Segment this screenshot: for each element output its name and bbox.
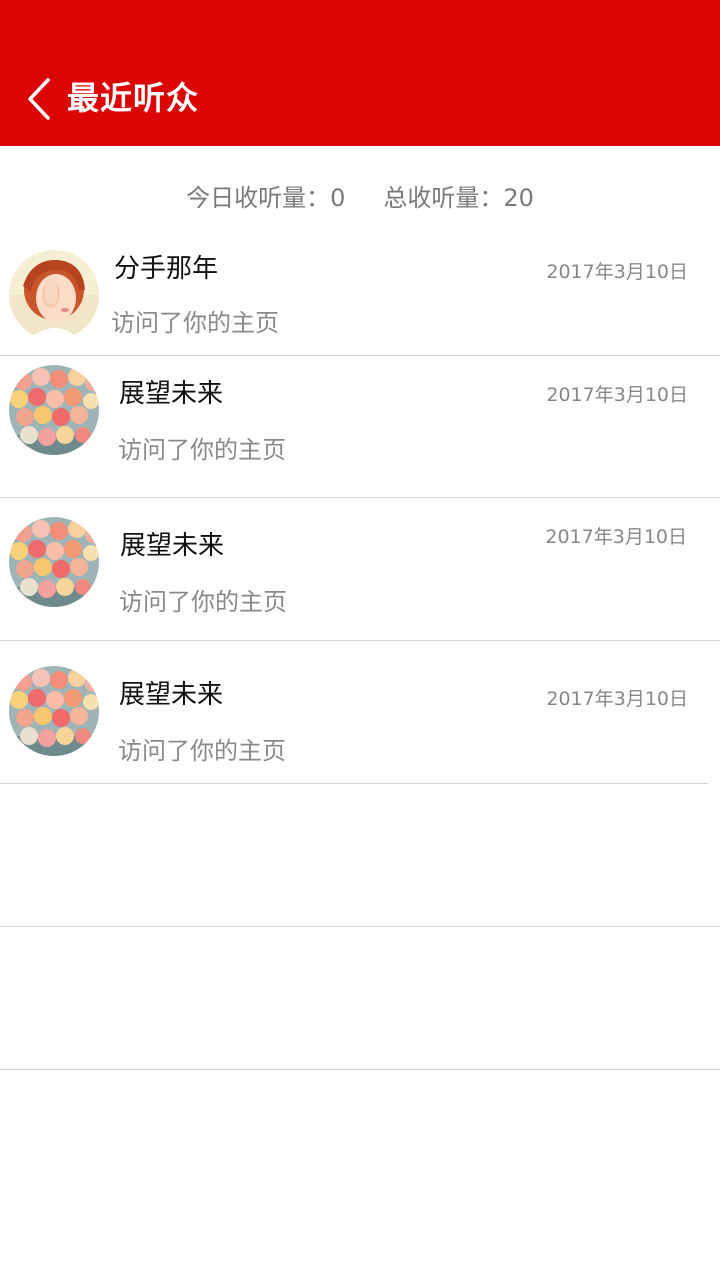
avatar[interactable] (9, 517, 99, 607)
avatar-girl-image (9, 250, 99, 340)
listener-name[interactable]: 展望未来 (119, 678, 223, 712)
page-title: 最近听众 (67, 79, 200, 117)
avatar[interactable] (9, 365, 99, 455)
chevron-left-icon (28, 78, 50, 120)
visit-action: 访问了你的主页 (111, 309, 279, 337)
visit-date: 2017年3月10日 (546, 688, 688, 710)
empty-list-item (0, 784, 720, 926)
list-item[interactable]: 展望未来 2017年3月10日 访问了你的主页 (0, 356, 720, 497)
avatar-balloons-image (9, 517, 99, 607)
visit-action: 访问了你的主页 (118, 737, 286, 765)
visit-date: 2017年3月10日 (546, 261, 688, 283)
listener-name[interactable]: 分手那年 (114, 252, 218, 286)
visit-action: 访问了你的主页 (118, 436, 286, 464)
avatar-balloons-image (9, 666, 99, 756)
row-divider (0, 1069, 720, 1070)
app-header: 最近听众 (0, 0, 720, 146)
total-listen-count: 总收听量：20 (383, 184, 534, 212)
visit-action: 访问了你的主页 (119, 588, 287, 616)
listen-stats: 今日收听量：0 总收听量：20 (0, 178, 720, 218)
avatar-balloons-image (9, 365, 99, 455)
listener-name[interactable]: 展望未来 (119, 377, 223, 411)
today-listen-count: 今日收听量：0 (186, 184, 346, 212)
list-item[interactable]: 展望未来 2017年3月10日 访问了你的主页 (0, 498, 720, 640)
empty-list-item (0, 927, 720, 1069)
visit-date: 2017年3月10日 (545, 526, 687, 548)
list-item[interactable]: 展望未来 2017年3月10日 访问了你的主页 (0, 641, 720, 783)
listener-name[interactable]: 展望未来 (120, 529, 224, 563)
list-item[interactable]: 分手那年 2017年3月10日 访问了你的主页 (0, 236, 720, 356)
visit-date: 2017年3月10日 (546, 384, 688, 406)
avatar[interactable] (9, 666, 99, 756)
avatar[interactable] (9, 250, 99, 340)
back-button[interactable] (22, 76, 62, 122)
